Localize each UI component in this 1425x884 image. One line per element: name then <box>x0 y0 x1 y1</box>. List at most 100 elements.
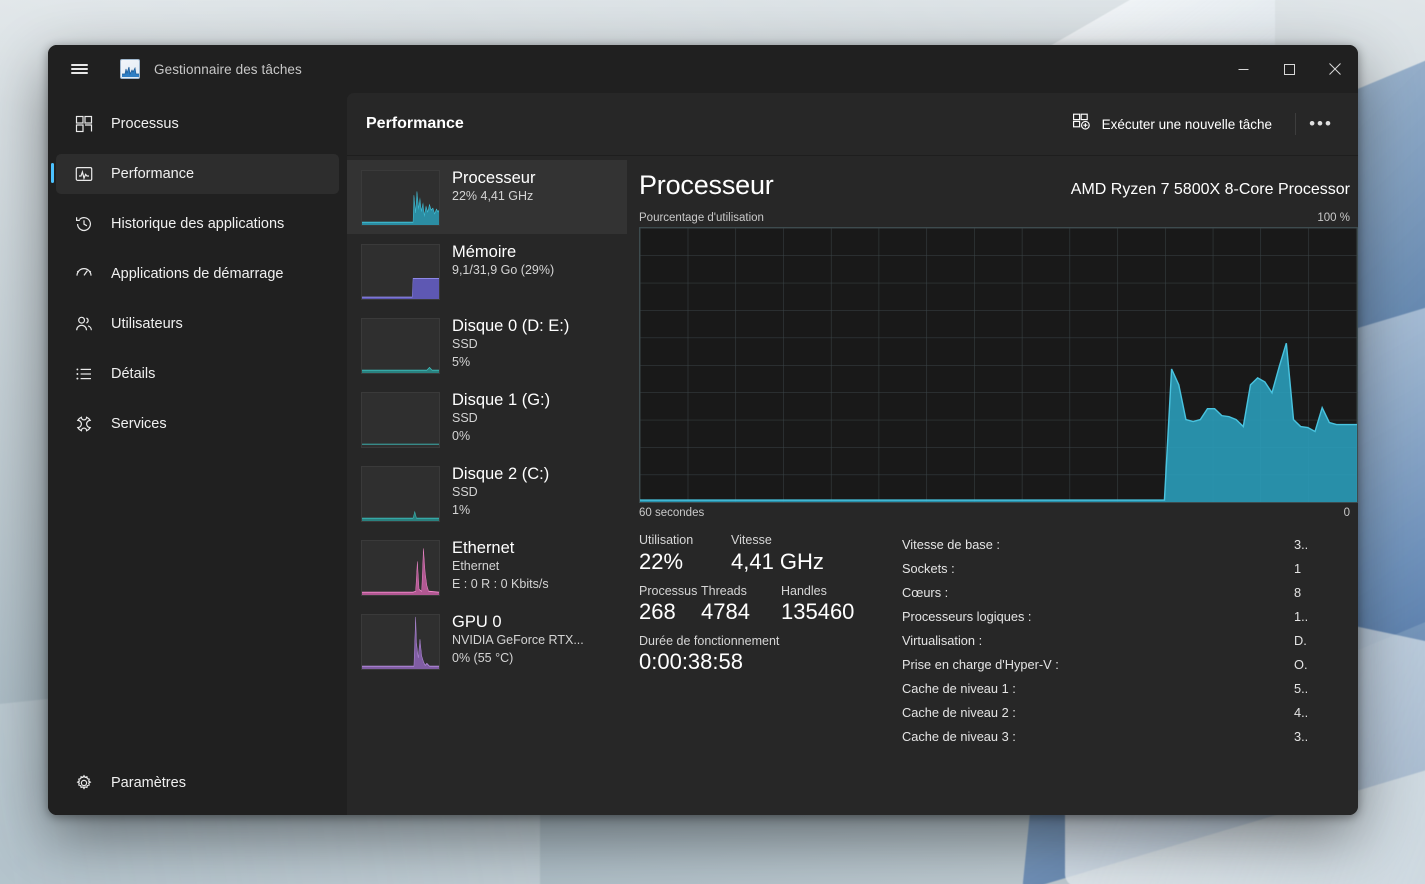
resource-item-memoire[interactable]: Mémoire 9,1/31,9 Go (29%) <box>347 234 627 308</box>
spec-key: Cœurs : <box>902 585 949 600</box>
close-button[interactable] <box>1312 45 1358 93</box>
resource-sub2: 0% <box>452 429 471 444</box>
spec-value: 5.. <box>1294 681 1309 696</box>
stat-value: 4784 <box>701 599 750 625</box>
content-pane: Performance Exécuter une nouvelle tâche … <box>347 93 1358 815</box>
spec-key: Virtualisation : <box>902 633 983 648</box>
resource-sub2: E : 0 R : 0 Kbits/s <box>452 577 549 592</box>
maximize-button[interactable] <box>1266 45 1312 93</box>
graph-x-axis-label: 60 secondes <box>639 507 705 519</box>
spec-value: 1 <box>1294 561 1302 576</box>
sidebar-item-services[interactable]: Services <box>56 404 339 444</box>
resource-item-disque-2[interactable]: Disque 2 (C:) SSD 1% <box>347 456 627 530</box>
sidebar-item-label: Services <box>111 416 167 432</box>
details-icon <box>73 364 94 385</box>
stats-area: Utilisation 22% Vitesse 4,41 GHz Process… <box>639 533 1358 749</box>
cpu-model-name: AMD Ryzen 7 5800X 8-Core Processor <box>1070 181 1350 198</box>
spec-key: Vitesse de base : <box>902 537 1000 552</box>
window-title: Gestionnaire des tâches <box>154 61 302 77</box>
spec-row: Cœurs : 8 <box>902 581 1358 605</box>
performance-icon <box>73 164 94 185</box>
resource-sub1: SSD <box>452 411 478 426</box>
graph-top-caption: Pourcentage d'utilisation 100 % <box>639 212 1358 224</box>
resource-sub2: 0% (55 °C) <box>452 651 514 666</box>
header-divider <box>1295 113 1296 135</box>
detail-title: Processeur <box>639 170 774 200</box>
stat-processus: Processus 268 <box>639 584 701 626</box>
resource-name: Disque 0 (D: E:) <box>452 317 570 335</box>
sidebar-item-label: Paramètres <box>111 775 186 791</box>
resource-sub1: SSD <box>452 337 478 352</box>
spec-value: 8 <box>1294 585 1302 600</box>
specs-column: Vitesse de base : 3.. Sockets : 1 Cœurs … <box>897 533 1358 749</box>
more-options-button[interactable]: ••• <box>1302 108 1340 141</box>
resource-thumbnail <box>361 614 440 670</box>
stat-utilisation: Utilisation 22% <box>639 533 731 575</box>
stat-value: 268 <box>639 599 676 625</box>
resource-item-gpu-0[interactable]: GPU 0 NVIDIA GeForce RTX... 0% (55 °C) <box>347 604 627 678</box>
resource-thumbnail <box>361 466 440 522</box>
stat-value: 0:00:38:58 <box>639 649 743 675</box>
spec-row: Prise en charge d'Hyper-V : O. <box>902 653 1358 677</box>
resource-sub1: SSD <box>452 485 478 500</box>
content-header: Performance Exécuter une nouvelle tâche … <box>347 93 1358 156</box>
spec-row: Cache de niveau 3 : 3.. <box>902 725 1358 749</box>
resource-text: Mémoire 9,1/31,9 Go (29%) <box>452 242 554 280</box>
spec-value: O. <box>1294 657 1308 672</box>
stat-value: 135460 <box>781 599 855 625</box>
spec-row: Processeurs logiques : 1.. <box>902 605 1358 629</box>
stat-handles: Handles 135460 <box>781 584 891 626</box>
stat-label: Handles <box>781 583 827 598</box>
spec-value: 1.. <box>1294 609 1309 624</box>
spec-key: Sockets : <box>902 561 955 576</box>
resource-item-processeur[interactable]: Processeur 22% 4,41 GHz <box>347 160 627 234</box>
resource-item-ethernet[interactable]: Ethernet Ethernet E : 0 R : 0 Kbits/s <box>347 530 627 604</box>
resource-sub2: 5% <box>452 355 471 370</box>
stat-label: Vitesse <box>731 533 772 547</box>
stat-value: 4,41 GHz <box>731 548 824 574</box>
spec-value: D. <box>1294 633 1307 648</box>
run-new-task-button[interactable]: Exécuter une nouvelle tâche <box>1061 108 1283 141</box>
spec-key: Cache de niveau 3 : <box>902 729 1016 744</box>
resource-item-disque-0[interactable]: Disque 0 (D: E:) SSD 5% <box>347 308 627 382</box>
sidebar-item-processus[interactable]: Processus <box>56 104 339 144</box>
hamburger-menu-icon[interactable] <box>56 49 102 89</box>
sidebar-item-label: Détails <box>111 366 156 382</box>
resource-sub1: 22% 4,41 GHz <box>452 189 534 204</box>
minimize-button[interactable] <box>1220 45 1266 93</box>
sidebar: Processus Performance Historique des app… <box>48 93 347 815</box>
graph-y-axis-max: 100 % <box>1317 212 1350 224</box>
graph-y-axis-label: Pourcentage d'utilisation <box>639 212 764 224</box>
history-icon <box>73 214 94 235</box>
sidebar-item-parametres[interactable]: Paramètres <box>56 763 339 803</box>
spec-value: 4.. <box>1294 705 1309 720</box>
spec-row: Cache de niveau 1 : 5.. <box>902 677 1358 701</box>
sidebar-item-label: Processus <box>111 116 179 132</box>
resource-list: Processeur 22% 4,41 GHz Mémoire 9,1/31,9… <box>347 156 627 815</box>
sidebar-item-demarrage[interactable]: Applications de démarrage <box>56 254 339 294</box>
resource-thumbnail <box>361 392 440 448</box>
resource-item-disque-1[interactable]: Disque 1 (G:) SSD 0% <box>347 382 627 456</box>
resource-text: Disque 2 (C:) SSD 1% <box>452 464 549 520</box>
sidebar-item-performance[interactable]: Performance <box>51 154 339 194</box>
title-bar: Gestionnaire des tâches <box>48 45 1358 93</box>
resource-text: GPU 0 NVIDIA GeForce RTX... 0% (55 °C) <box>452 612 584 668</box>
stat-label: Processus <box>639 583 698 598</box>
detail-panel: Processeur AMD Ryzen 7 5800X 8-Core Proc… <box>627 156 1358 815</box>
spec-key: Cache de niveau 1 : <box>902 681 1016 696</box>
window-controls <box>1220 45 1358 93</box>
sidebar-item-utilisateurs[interactable]: Utilisateurs <box>56 304 339 344</box>
stat-row-usage: Utilisation 22% Vitesse 4,41 GHz <box>639 533 897 575</box>
sidebar-item-label: Utilisateurs <box>111 316 183 332</box>
gear-icon <box>73 773 94 794</box>
task-manager-window: Gestionnaire des tâches Processus Perfor… <box>48 45 1358 815</box>
resource-thumbnail <box>361 170 440 226</box>
spec-row: Cache de niveau 2 : 4.. <box>902 701 1358 725</box>
sidebar-item-historique[interactable]: Historique des applications <box>56 204 339 244</box>
sidebar-item-details[interactable]: Détails <box>56 354 339 394</box>
resource-sub2: 1% <box>452 503 471 518</box>
window-body: Processus Performance Historique des app… <box>48 93 1358 815</box>
stat-label: Threads <box>701 583 747 598</box>
new-task-icon <box>1072 112 1091 136</box>
